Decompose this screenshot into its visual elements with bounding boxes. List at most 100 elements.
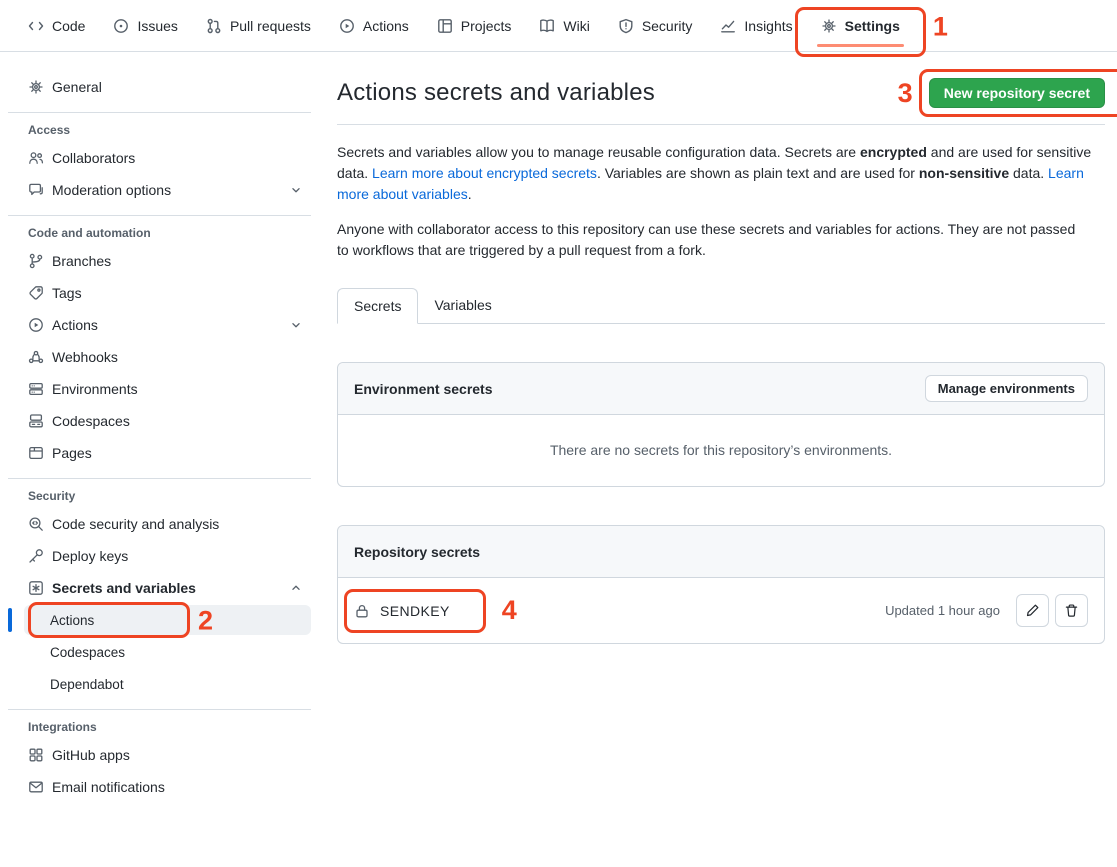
git-pull-request-icon [206,18,222,34]
tab-actions[interactable]: Actions [327,0,421,51]
sidebar-item-actions[interactable]: Actions [24,310,311,340]
new-repository-secret-button[interactable]: New repository secret [929,78,1105,108]
environment-secrets-empty-message: There are no secrets for this repository… [338,415,1104,486]
pencil-icon [1025,603,1040,618]
tab-issues[interactable]: Issues [101,0,189,51]
codescan-icon [28,516,44,532]
sidebar-subitem-actions[interactable]: Actions 2 [24,605,311,635]
sidebar-item-branches[interactable]: Branches [24,246,311,276]
sidebar-item-label: Actions [52,317,281,333]
settings-sidebar: General Access Collaborators Moderation … [0,52,321,804]
sidebar-item-pages[interactable]: Pages [24,438,311,468]
tab-label: Code [52,18,85,34]
secret-name-group: SENDKEY [354,603,450,619]
repository-secrets-title: Repository secrets [354,544,480,560]
browser-icon [28,445,44,461]
environment-secrets-title: Environment secrets [354,381,493,397]
delete-secret-button[interactable] [1055,594,1088,627]
manage-environments-button[interactable]: Manage environments [925,375,1088,402]
chevron-up-icon [289,581,303,595]
sidebar-item-moderation-options[interactable]: Moderation options [24,175,311,205]
edit-secret-button[interactable] [1016,594,1049,627]
tab-wiki[interactable]: Wiki [527,0,601,51]
sidebar-item-email-notifications[interactable]: Email notifications [24,772,311,802]
tab-label: Wiki [563,18,589,34]
sidebar-item-label: General [52,79,102,95]
intro-paragraph: Secrets and variables allow you to manag… [337,142,1097,205]
tab-insights[interactable]: Insights [708,0,804,51]
title-divider [337,124,1105,125]
intro-bold-encrypted: encrypted [860,144,927,160]
intro-text: . [468,186,472,202]
sidebar-item-label: Email notifications [52,779,165,795]
tab-label: Pull requests [230,18,311,34]
chevron-down-icon [289,318,303,332]
tab-security[interactable]: Security [606,0,705,51]
sidebar-item-environments[interactable]: Environments [24,374,311,404]
sidebar-item-codespaces[interactable]: Codespaces [24,406,311,436]
sidebar-item-label: Environments [52,381,138,397]
sidebar-item-label: Tags [52,285,82,301]
sidebar-item-label: Collaborators [52,150,135,166]
repo-tab-nav: Code Issues Pull requests Actions Projec… [0,0,1117,52]
sidebar-item-label: Deploy keys [52,548,128,564]
sidebar-subitem-codespaces[interactable]: Codespaces [24,637,311,667]
sidebar-item-collaborators[interactable]: Collaborators [24,143,311,173]
sidebar-item-webhooks[interactable]: Webhooks [24,342,311,372]
page-title: Actions secrets and variables [337,79,655,107]
intro-text: data. [1009,165,1048,181]
chevron-down-icon [289,183,303,197]
tab-code[interactable]: Code [16,0,97,51]
sidebar-divider [8,215,311,216]
tab-label: Security [642,18,693,34]
intro-bold-non-sensitive: non-sensitive [919,165,1009,181]
secret-updated-text: Updated 1 hour ago [885,603,1000,618]
collaborator-access-paragraph: Anyone with collaborator access to this … [337,219,1077,261]
tab-variables[interactable]: Variables [418,288,507,324]
tab-label: Issues [137,18,177,34]
sidebar-item-code-security[interactable]: Code security and analysis [24,509,311,539]
tab-projects[interactable]: Projects [425,0,524,51]
sidebar-item-deploy-keys[interactable]: Deploy keys [24,541,311,571]
tag-icon [28,285,44,301]
mail-icon [28,779,44,795]
secrets-variables-tabnav: Secrets Variables [337,288,1105,324]
tab-pull-requests[interactable]: Pull requests [194,0,323,51]
tab-label: Settings [845,18,900,34]
graph-icon [720,18,736,34]
annotation-number-3: 3 [898,80,913,107]
sidebar-section-header: Security [28,489,311,503]
sidebar-subitem-label: Codespaces [50,645,125,660]
key-asterisk-icon [28,580,44,596]
sidebar-item-general[interactable]: General [24,72,311,102]
book-icon [539,18,555,34]
sidebar-subitem-label: Dependabot [50,677,124,692]
sidebar-item-github-apps[interactable]: GitHub apps [24,740,311,770]
sidebar-item-label: Webhooks [52,349,118,365]
sidebar-section-header: Integrations [28,720,311,734]
environment-secrets-box: Environment secrets Manage environments … [337,362,1105,487]
sidebar-item-label: Moderation options [52,182,281,198]
secret-row: SENDKEY 4 Updated 1 hour ago [338,578,1104,643]
tab-label: Projects [461,18,512,34]
tab-settings[interactable]: Settings 1 [809,0,912,51]
code-icon [28,18,44,34]
sidebar-item-label: Code security and analysis [52,516,219,532]
sidebar-item-tags[interactable]: Tags [24,278,311,308]
link-learn-more-encrypted-secrets[interactable]: Learn more about encrypted secrets [372,165,597,181]
gear-icon [821,18,837,34]
tab-label: Insights [744,18,792,34]
sidebar-subitem-label: Actions [50,613,94,628]
sidebar-section-header: Access [28,123,311,137]
issue-opened-icon [113,18,129,34]
tab-secrets[interactable]: Secrets [337,288,418,324]
shield-icon [618,18,634,34]
sidebar-subitem-dependabot[interactable]: Dependabot [24,669,311,699]
git-branch-icon [28,253,44,269]
key-icon [28,548,44,564]
annotation-number-4: 4 [502,597,517,624]
secret-name: SENDKEY [380,603,450,619]
sidebar-item-secrets-and-variables[interactable]: Secrets and variables [24,573,311,603]
annotation-number-1: 1 [933,13,948,40]
sidebar-divider [8,478,311,479]
